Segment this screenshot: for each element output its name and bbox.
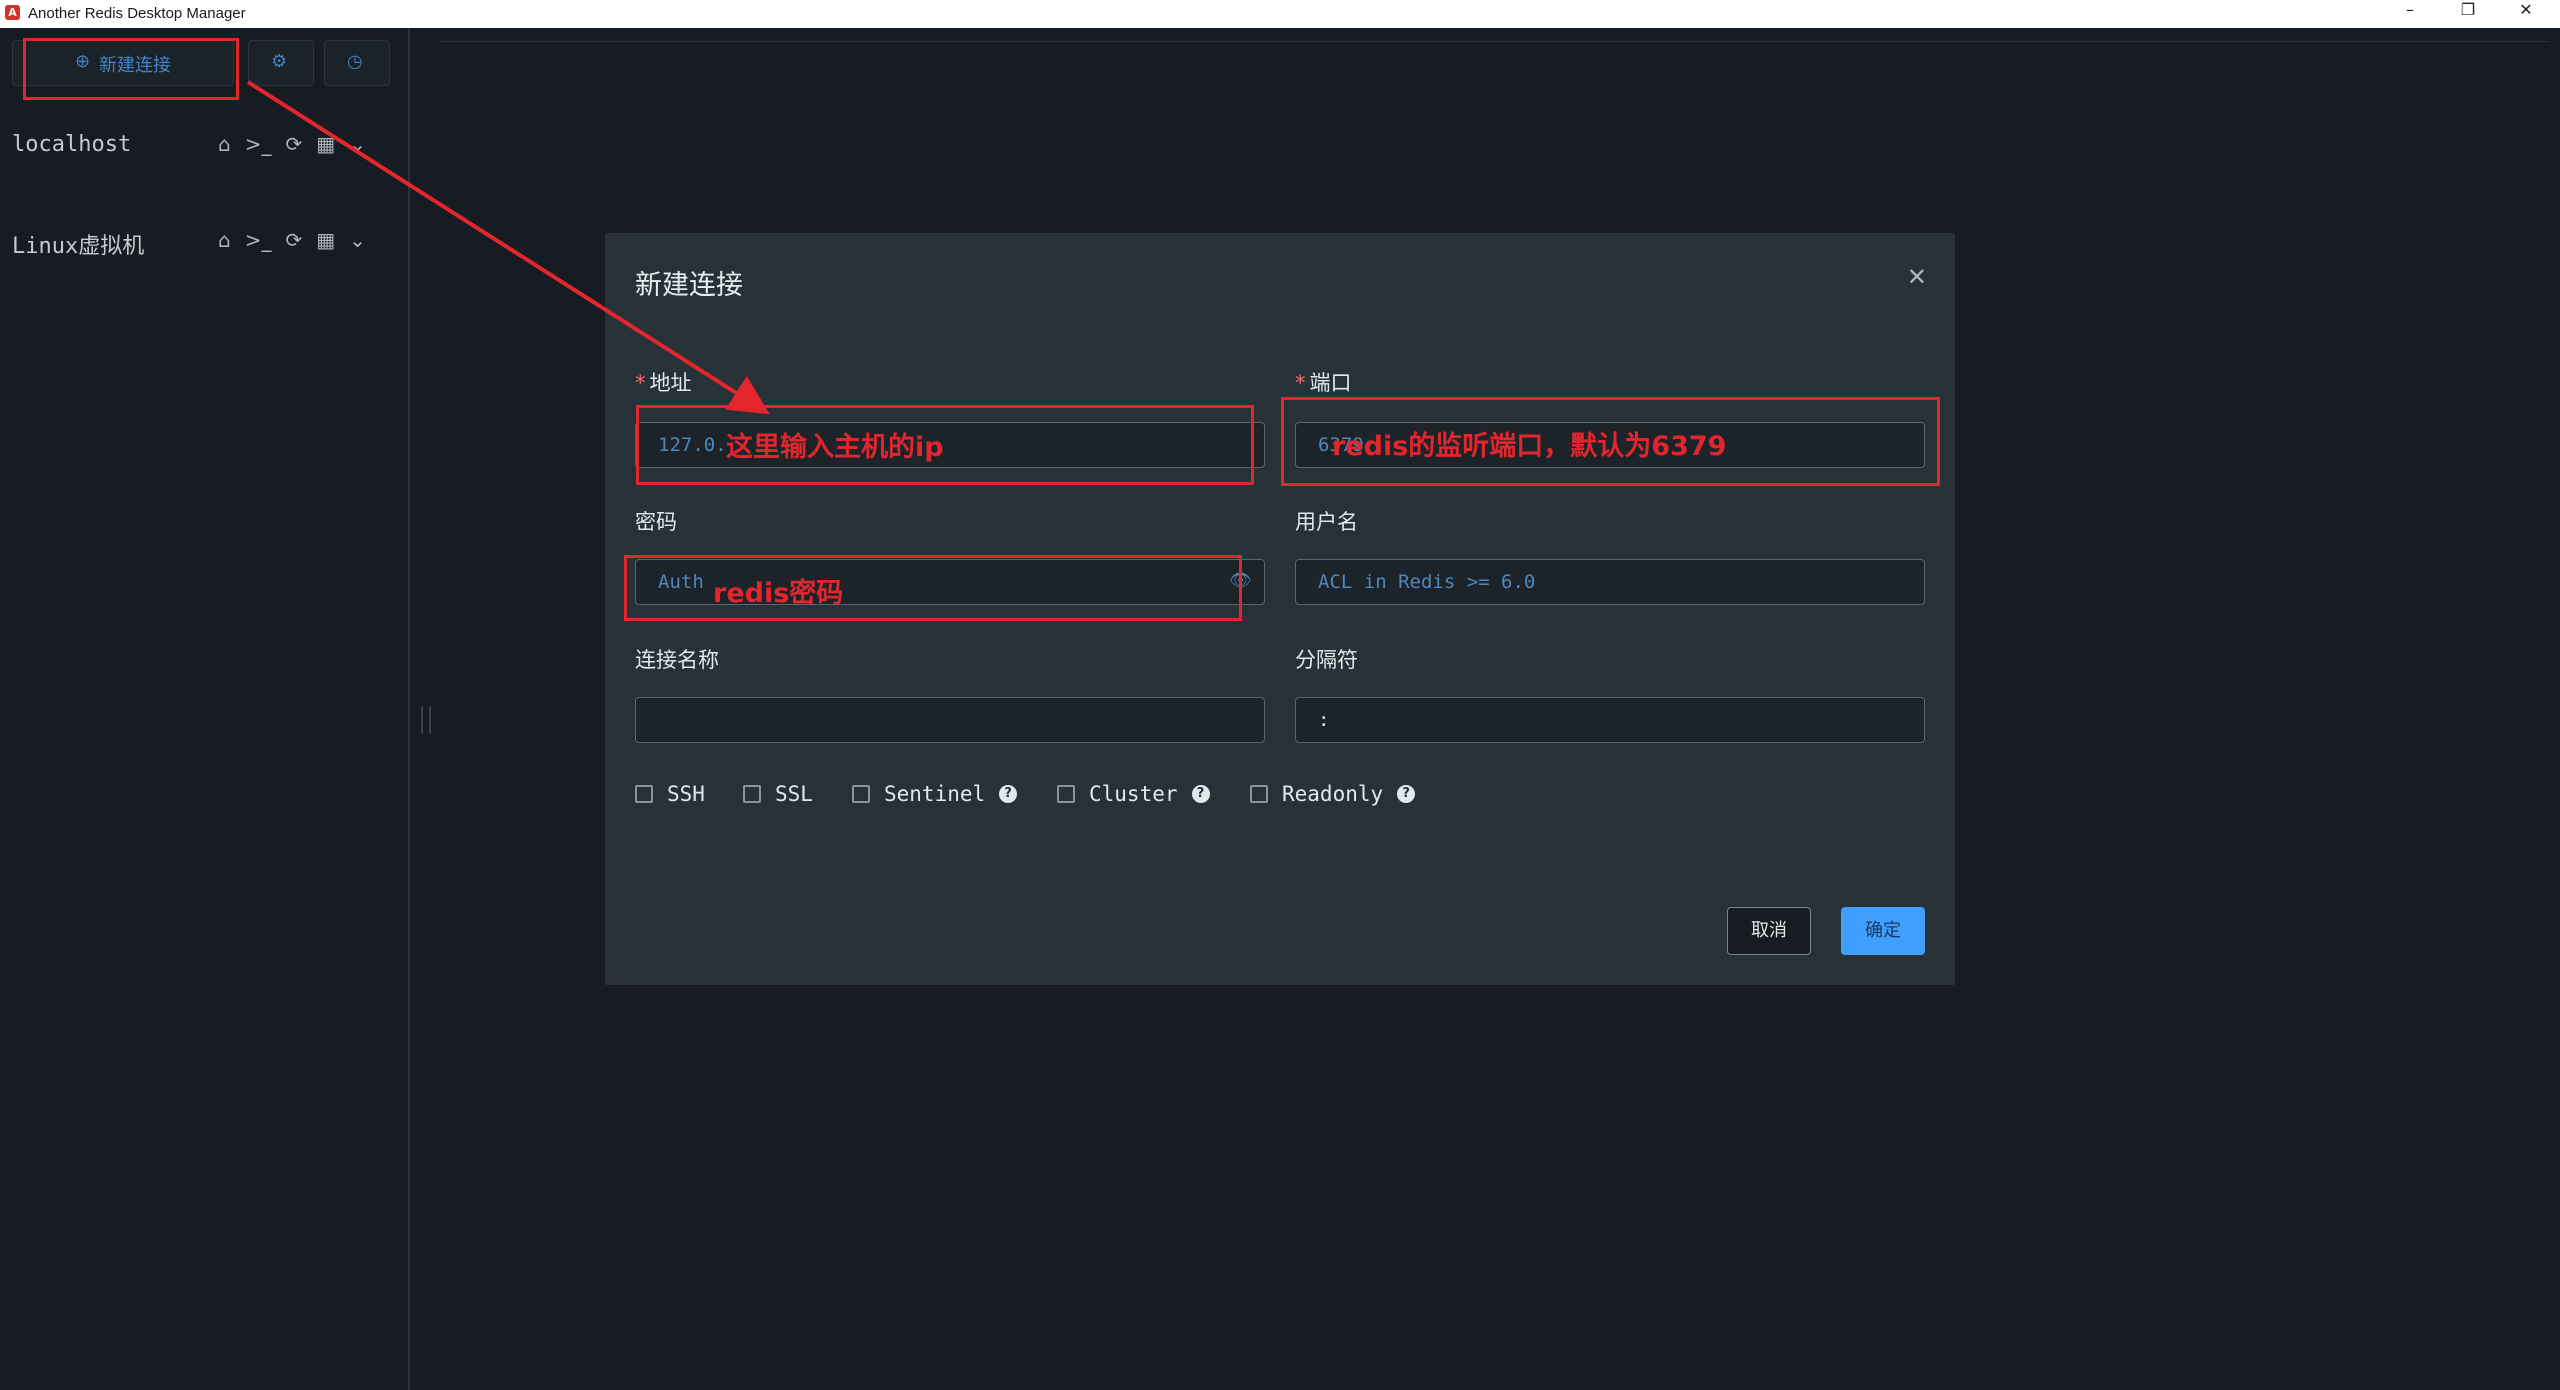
- window-titlebar: A Another Redis Desktop Manager – ❐ ✕: [0, 0, 2560, 28]
- annotation-box-new-connection: [23, 38, 239, 100]
- refresh-icon[interactable]: ⟳: [285, 132, 302, 156]
- checkbox-box[interactable]: [743, 785, 761, 803]
- separator-value: :: [1318, 709, 1330, 731]
- refresh-icon[interactable]: ⟳: [285, 228, 302, 252]
- separator-label: 分隔符: [1295, 648, 1358, 672]
- app-icon: A: [5, 5, 20, 20]
- close-window-button[interactable]: ✕: [2497, 0, 2555, 28]
- minimize-button[interactable]: –: [2381, 0, 2439, 28]
- cluster-checkbox[interactable]: Cluster ?: [1057, 782, 1210, 806]
- chevron-down-icon[interactable]: ⌄: [349, 228, 366, 252]
- checkbox-box[interactable]: [852, 785, 870, 803]
- checkbox-box[interactable]: [635, 785, 653, 803]
- confirm-button[interactable]: 确定: [1841, 907, 1925, 955]
- sidebar-resize-handle[interactable]: [421, 706, 431, 734]
- username-label: 用户名: [1295, 510, 1358, 534]
- restore-button[interactable]: ❐: [2439, 0, 2497, 28]
- connection-actions-localhost: ⌂ >_ ⟳ ▦ ⌄: [218, 132, 366, 156]
- separator-input[interactable]: :: [1295, 697, 1925, 743]
- username-input[interactable]: ACL in Redis >= 6.0: [1295, 559, 1925, 605]
- tab-bar-divider: [440, 41, 2550, 42]
- terminal-icon[interactable]: >_: [245, 228, 272, 252]
- history-button[interactable]: ◷: [324, 40, 390, 86]
- annotation-port-note: redis的监听端口，默认为6379: [1332, 431, 1727, 462]
- password-label: 密码: [635, 510, 677, 534]
- checkbox-box[interactable]: [1250, 785, 1268, 803]
- sidebar: ⊕ 新建连接 ⚙ ◷ localhost ⌂ >_ ⟳ ▦ ⌄ Linux虚拟机…: [0, 28, 410, 1390]
- connection-item-localhost[interactable]: localhost: [12, 132, 131, 157]
- home-icon[interactable]: ⌂: [218, 228, 231, 252]
- close-icon[interactable]: ✕: [1907, 263, 1927, 291]
- connection-name-label: 连接名称: [635, 648, 719, 672]
- grid-icon[interactable]: ▦: [316, 132, 335, 156]
- annotation-password-note: redis密码: [713, 578, 844, 609]
- ssh-checkbox[interactable]: SSH: [635, 782, 705, 806]
- annotation-host-note: 这里输入主机的ip: [726, 432, 944, 463]
- sentinel-checkbox[interactable]: Sentinel ?: [852, 782, 1018, 806]
- settings-button[interactable]: ⚙: [248, 40, 314, 86]
- readonly-checkbox[interactable]: Readonly ?: [1250, 782, 1416, 806]
- grid-icon[interactable]: ▦: [316, 228, 335, 252]
- help-icon[interactable]: ?: [1397, 785, 1416, 803]
- window-title: Another Redis Desktop Manager: [28, 5, 246, 22]
- terminal-icon[interactable]: >_: [245, 132, 272, 156]
- home-icon[interactable]: ⌂: [218, 132, 231, 156]
- gear-icon: ⚙: [271, 51, 288, 72]
- port-label: * 端口: [1295, 371, 1352, 395]
- help-icon[interactable]: ?: [1191, 785, 1210, 803]
- dialog-title: 新建连接: [635, 270, 743, 301]
- cancel-button[interactable]: 取消: [1727, 907, 1811, 955]
- connection-name-input[interactable]: [635, 697, 1265, 743]
- chevron-down-icon[interactable]: ⌄: [349, 132, 366, 156]
- ssl-checkbox[interactable]: SSL: [743, 782, 813, 806]
- clock-icon: ◷: [347, 51, 363, 72]
- checkbox-box[interactable]: [1057, 785, 1075, 803]
- username-placeholder: ACL in Redis >= 6.0: [1318, 571, 1536, 593]
- connection-item-linux-vm[interactable]: Linux虚拟机: [12, 228, 144, 260]
- help-icon[interactable]: ?: [999, 785, 1018, 803]
- connection-actions-linux-vm: ⌂ >_ ⟳ ▦ ⌄: [218, 228, 366, 252]
- host-label: * 地址: [635, 371, 692, 395]
